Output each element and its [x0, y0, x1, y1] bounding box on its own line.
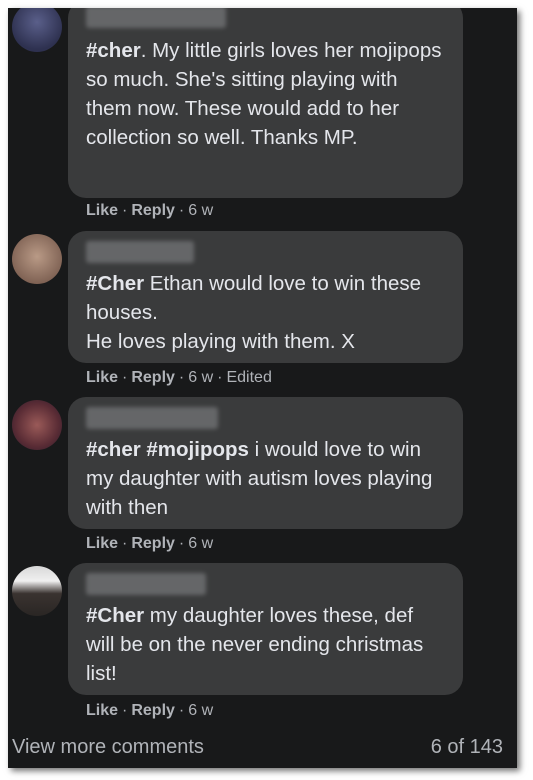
comment-actions: Like · Reply · 6 w	[86, 535, 214, 552]
reply-button[interactable]: Reply	[131, 535, 175, 552]
comment-hashtags[interactable]: #Cher	[86, 272, 144, 295]
edited-label: Edited	[226, 369, 272, 386]
comment-timestamp[interactable]: 6 w	[188, 202, 213, 219]
commenter-name[interactable]	[86, 573, 206, 595]
comment-actions: Like · Reply · 6 w	[86, 702, 214, 719]
comment-hashtags[interactable]: #cher	[86, 39, 141, 62]
comments-panel: #cher. My little girls loves her mojipop…	[8, 8, 517, 768]
comment-hashtags[interactable]: #Cher	[86, 604, 144, 627]
comment-actions: Like · Reply · 6 w · Edited	[86, 369, 272, 386]
comment-text: #cher. My little girls loves her mojipop…	[86, 36, 445, 152]
commenter-name[interactable]	[86, 241, 194, 263]
comment-text: #cher #mojipops i would love to win my d…	[86, 435, 445, 522]
reply-button[interactable]: Reply	[131, 702, 175, 719]
comment-bubble: #cher #mojipops i would love to win my d…	[68, 397, 463, 529]
avatar[interactable]	[12, 234, 62, 284]
comment-hashtags[interactable]: #cher #mojipops	[86, 438, 249, 461]
comment-text: #Cher my daughter loves these, def will …	[86, 601, 445, 688]
reply-button[interactable]: Reply	[131, 202, 175, 219]
comment-timestamp[interactable]: 6 w	[188, 369, 213, 386]
comment-bubble: #Cher my daughter loves these, def will …	[68, 563, 463, 695]
comment-count: 6 of 143	[430, 736, 503, 758]
avatar[interactable]	[12, 8, 62, 52]
avatar[interactable]	[12, 566, 62, 616]
like-button[interactable]: Like	[86, 369, 118, 386]
comments-footer: View more comments 6 of 143	[8, 732, 517, 768]
like-button[interactable]: Like	[86, 535, 118, 552]
like-button[interactable]: Like	[86, 702, 118, 719]
commenter-name[interactable]	[86, 407, 218, 429]
comment-actions: Like · Reply · 6 w	[86, 202, 214, 219]
avatar[interactable]	[12, 400, 62, 450]
comment-bubble: #Cher Ethan would love to win these hous…	[68, 231, 463, 363]
comment-bubble: #cher. My little girls loves her mojipop…	[68, 8, 463, 198]
comment-timestamp[interactable]: 6 w	[188, 702, 213, 719]
reply-button[interactable]: Reply	[131, 369, 175, 386]
commenter-name[interactable]	[86, 8, 226, 28]
view-more-comments-link[interactable]: View more comments	[12, 736, 204, 759]
like-button[interactable]: Like	[86, 202, 118, 219]
comment-text: #Cher Ethan would love to win these hous…	[86, 269, 445, 356]
comment-timestamp[interactable]: 6 w	[188, 535, 213, 552]
